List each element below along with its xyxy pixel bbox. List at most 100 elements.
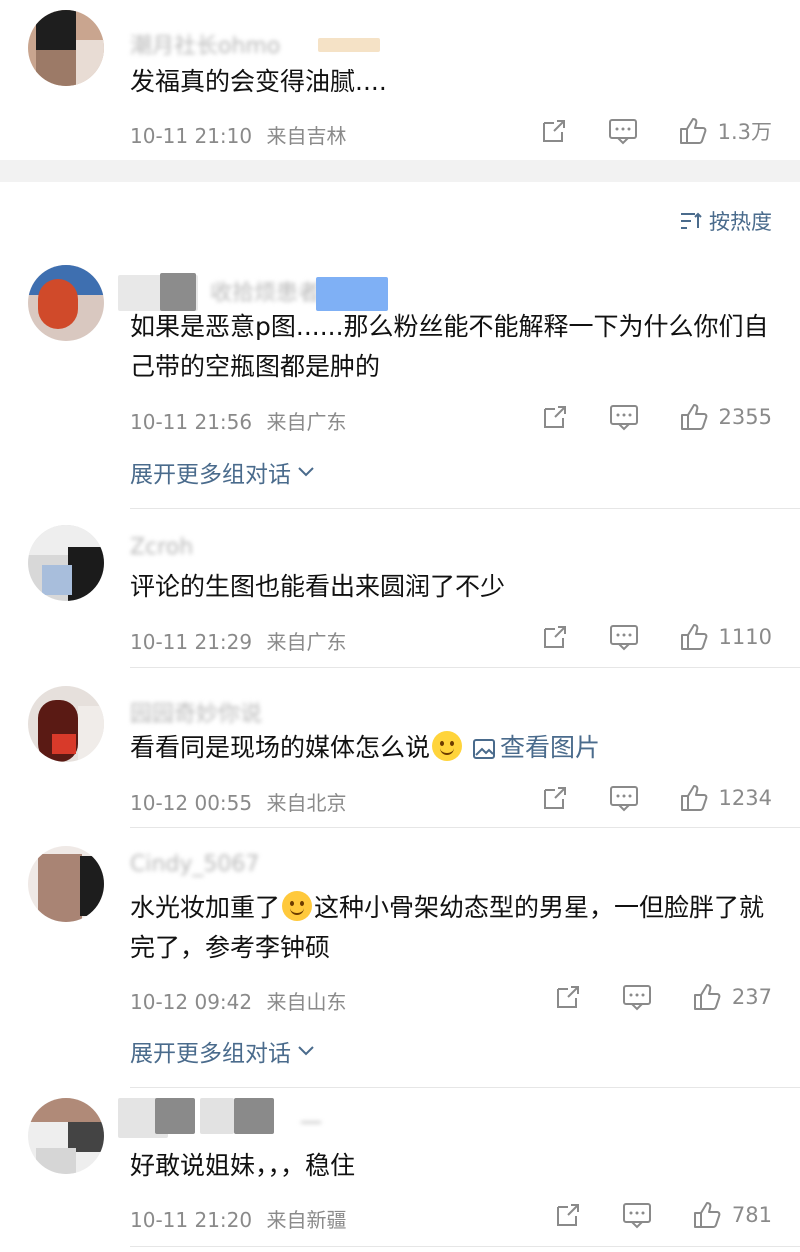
comment-text-main: 水光妆加重了: [130, 893, 281, 922]
like-button[interactable]: 781: [692, 1200, 772, 1230]
like-button[interactable]: 2355: [679, 402, 772, 432]
user-name[interactable]: Cindy_5067: [130, 852, 259, 877]
comment-location: 来自广东: [266, 410, 347, 434]
like-count: 1110: [718, 625, 772, 649]
comment-time: 10-12 09:42: [130, 990, 253, 1014]
expand-label: 展开更多组对话: [130, 462, 291, 488]
avatar[interactable]: [28, 10, 104, 86]
share-icon: [556, 1204, 579, 1226]
reply-button[interactable]: [622, 1201, 652, 1229]
expand-conversation-button[interactable]: 展开更多组对话: [130, 1034, 315, 1068]
reply-button[interactable]: [622, 983, 652, 1011]
like-count: 1234: [718, 786, 772, 810]
share-button[interactable]: [540, 117, 568, 145]
expand-conversation-button[interactable]: 展开更多组对话: [130, 455, 315, 489]
share-button[interactable]: [541, 784, 569, 812]
avatar[interactable]: [28, 525, 104, 601]
comment-actions: 781: [554, 1200, 772, 1230]
avatar[interactable]: [28, 1098, 104, 1174]
comment-text-main: 看看同是现场的媒体怎么说: [130, 733, 431, 762]
comment-actions: 2355: [541, 402, 772, 432]
share-button[interactable]: [554, 983, 582, 1011]
name-mask: [316, 277, 388, 311]
chevron-down-icon: [298, 1046, 314, 1056]
comment-text: 水光妆加重了 这种小骨架幼态型的男星，一但脸胖了就完了，参考李钟硕: [130, 888, 780, 968]
thumbs-up-icon: [679, 118, 706, 144]
share-button[interactable]: [541, 403, 569, 431]
user-name[interactable]: 收拾烦患者: [210, 275, 320, 307]
user-name[interactable]: Zcroh: [130, 535, 193, 560]
like-button[interactable]: 1234: [679, 783, 772, 813]
comment-text: 好敢说姐妹，，，稳住: [130, 1151, 356, 1180]
comment-text: 发福真的会变得油腻....: [130, 67, 387, 96]
comment-icon: [609, 625, 638, 651]
reply-button[interactable]: [609, 623, 639, 651]
comment-meta: 10-11 21:10 来自吉林: [130, 120, 346, 149]
comment-meta: 10-12 09:42 来自山东: [130, 986, 346, 1015]
section-gap: [0, 160, 800, 182]
reply-button[interactable]: [609, 403, 639, 431]
avatar[interactable]: [28, 686, 104, 762]
comment-text: 评论的生图也能看出来圆润了不少: [130, 572, 506, 601]
comment-icon: [609, 786, 638, 812]
divider: [130, 667, 800, 668]
name-mask: [160, 273, 196, 311]
comment-location: 来自山东: [266, 990, 347, 1014]
share-button[interactable]: [554, 1201, 582, 1229]
like-button[interactable]: 237: [692, 982, 772, 1012]
divider: [130, 1246, 800, 1247]
comment-location: 来自广东: [266, 630, 347, 654]
comment-text: 看看同是现场的媒体怎么说 查看图片: [130, 728, 780, 768]
image-icon: [472, 739, 495, 759]
divider: [130, 1087, 800, 1088]
sort-button[interactable]: 按热度: [679, 206, 772, 236]
user-name[interactable]: 一: [300, 1106, 322, 1138]
comment-icon: [609, 405, 638, 431]
reply-button[interactable]: [609, 784, 639, 812]
name-mask: [200, 1098, 234, 1134]
like-count: 237: [731, 985, 772, 1009]
top-comment-card: 潮月社长ohmo 发福真的会变得油腻.... 10-11 21:10 来自吉林 …: [0, 0, 800, 160]
comment-location: 来自新疆: [266, 1208, 347, 1232]
expand-label: 展开更多组对话: [130, 1041, 291, 1067]
view-image-label: 查看图片: [499, 733, 600, 762]
sort-icon: [681, 212, 702, 229]
sort-label: 按热度: [709, 210, 772, 234]
like-button[interactable]: 1.3万: [678, 116, 772, 146]
user-name[interactable]: 园园奇妙你说: [130, 696, 262, 728]
crying-laughing-emoji-icon: [282, 891, 313, 921]
comment-icon: [622, 985, 651, 1011]
comment-location: 来自北京: [266, 791, 347, 815]
divider: [130, 508, 800, 509]
smile-emoji-icon: [432, 731, 463, 761]
view-image-link[interactable]: 查看图片: [472, 733, 600, 762]
share-icon: [543, 787, 566, 809]
like-count: 781: [731, 1203, 772, 1227]
comment-time: 10-11 21:56: [130, 410, 253, 434]
name-mask: [155, 1098, 195, 1134]
comment-meta: 10-11 21:56 来自广东: [130, 406, 346, 435]
thumbs-up-icon: [680, 785, 707, 811]
comment-time: 10-11 21:10: [130, 124, 253, 148]
share-button[interactable]: [541, 623, 569, 651]
avatar[interactable]: [28, 846, 104, 922]
thumbs-up-icon: [680, 404, 707, 430]
thumbs-up-icon: [680, 624, 707, 650]
share-icon: [543, 626, 566, 648]
comment-actions: 237: [554, 982, 772, 1012]
share-icon: [556, 986, 579, 1008]
user-name[interactable]: 潮月社长ohmo: [130, 28, 280, 60]
share-icon: [543, 406, 566, 428]
like-button[interactable]: 1110: [679, 622, 772, 652]
comment-icon: [622, 1203, 651, 1229]
comment-time: 10-11 21:29: [130, 630, 253, 654]
chevron-down-icon: [298, 467, 314, 477]
comment-location: 来自吉林: [266, 124, 347, 148]
reply-button[interactable]: [608, 117, 638, 145]
comment-text: 如果是恶意p图......那么粉丝能不能解释一下为什么你们自己带的空瓶图都是肿的: [130, 312, 769, 381]
avatar[interactable]: [28, 265, 104, 341]
comment-actions: 1.3万: [540, 116, 772, 146]
thumbs-up-icon: [693, 1202, 721, 1228]
divider: [130, 827, 800, 828]
like-count: 2355: [718, 405, 772, 429]
